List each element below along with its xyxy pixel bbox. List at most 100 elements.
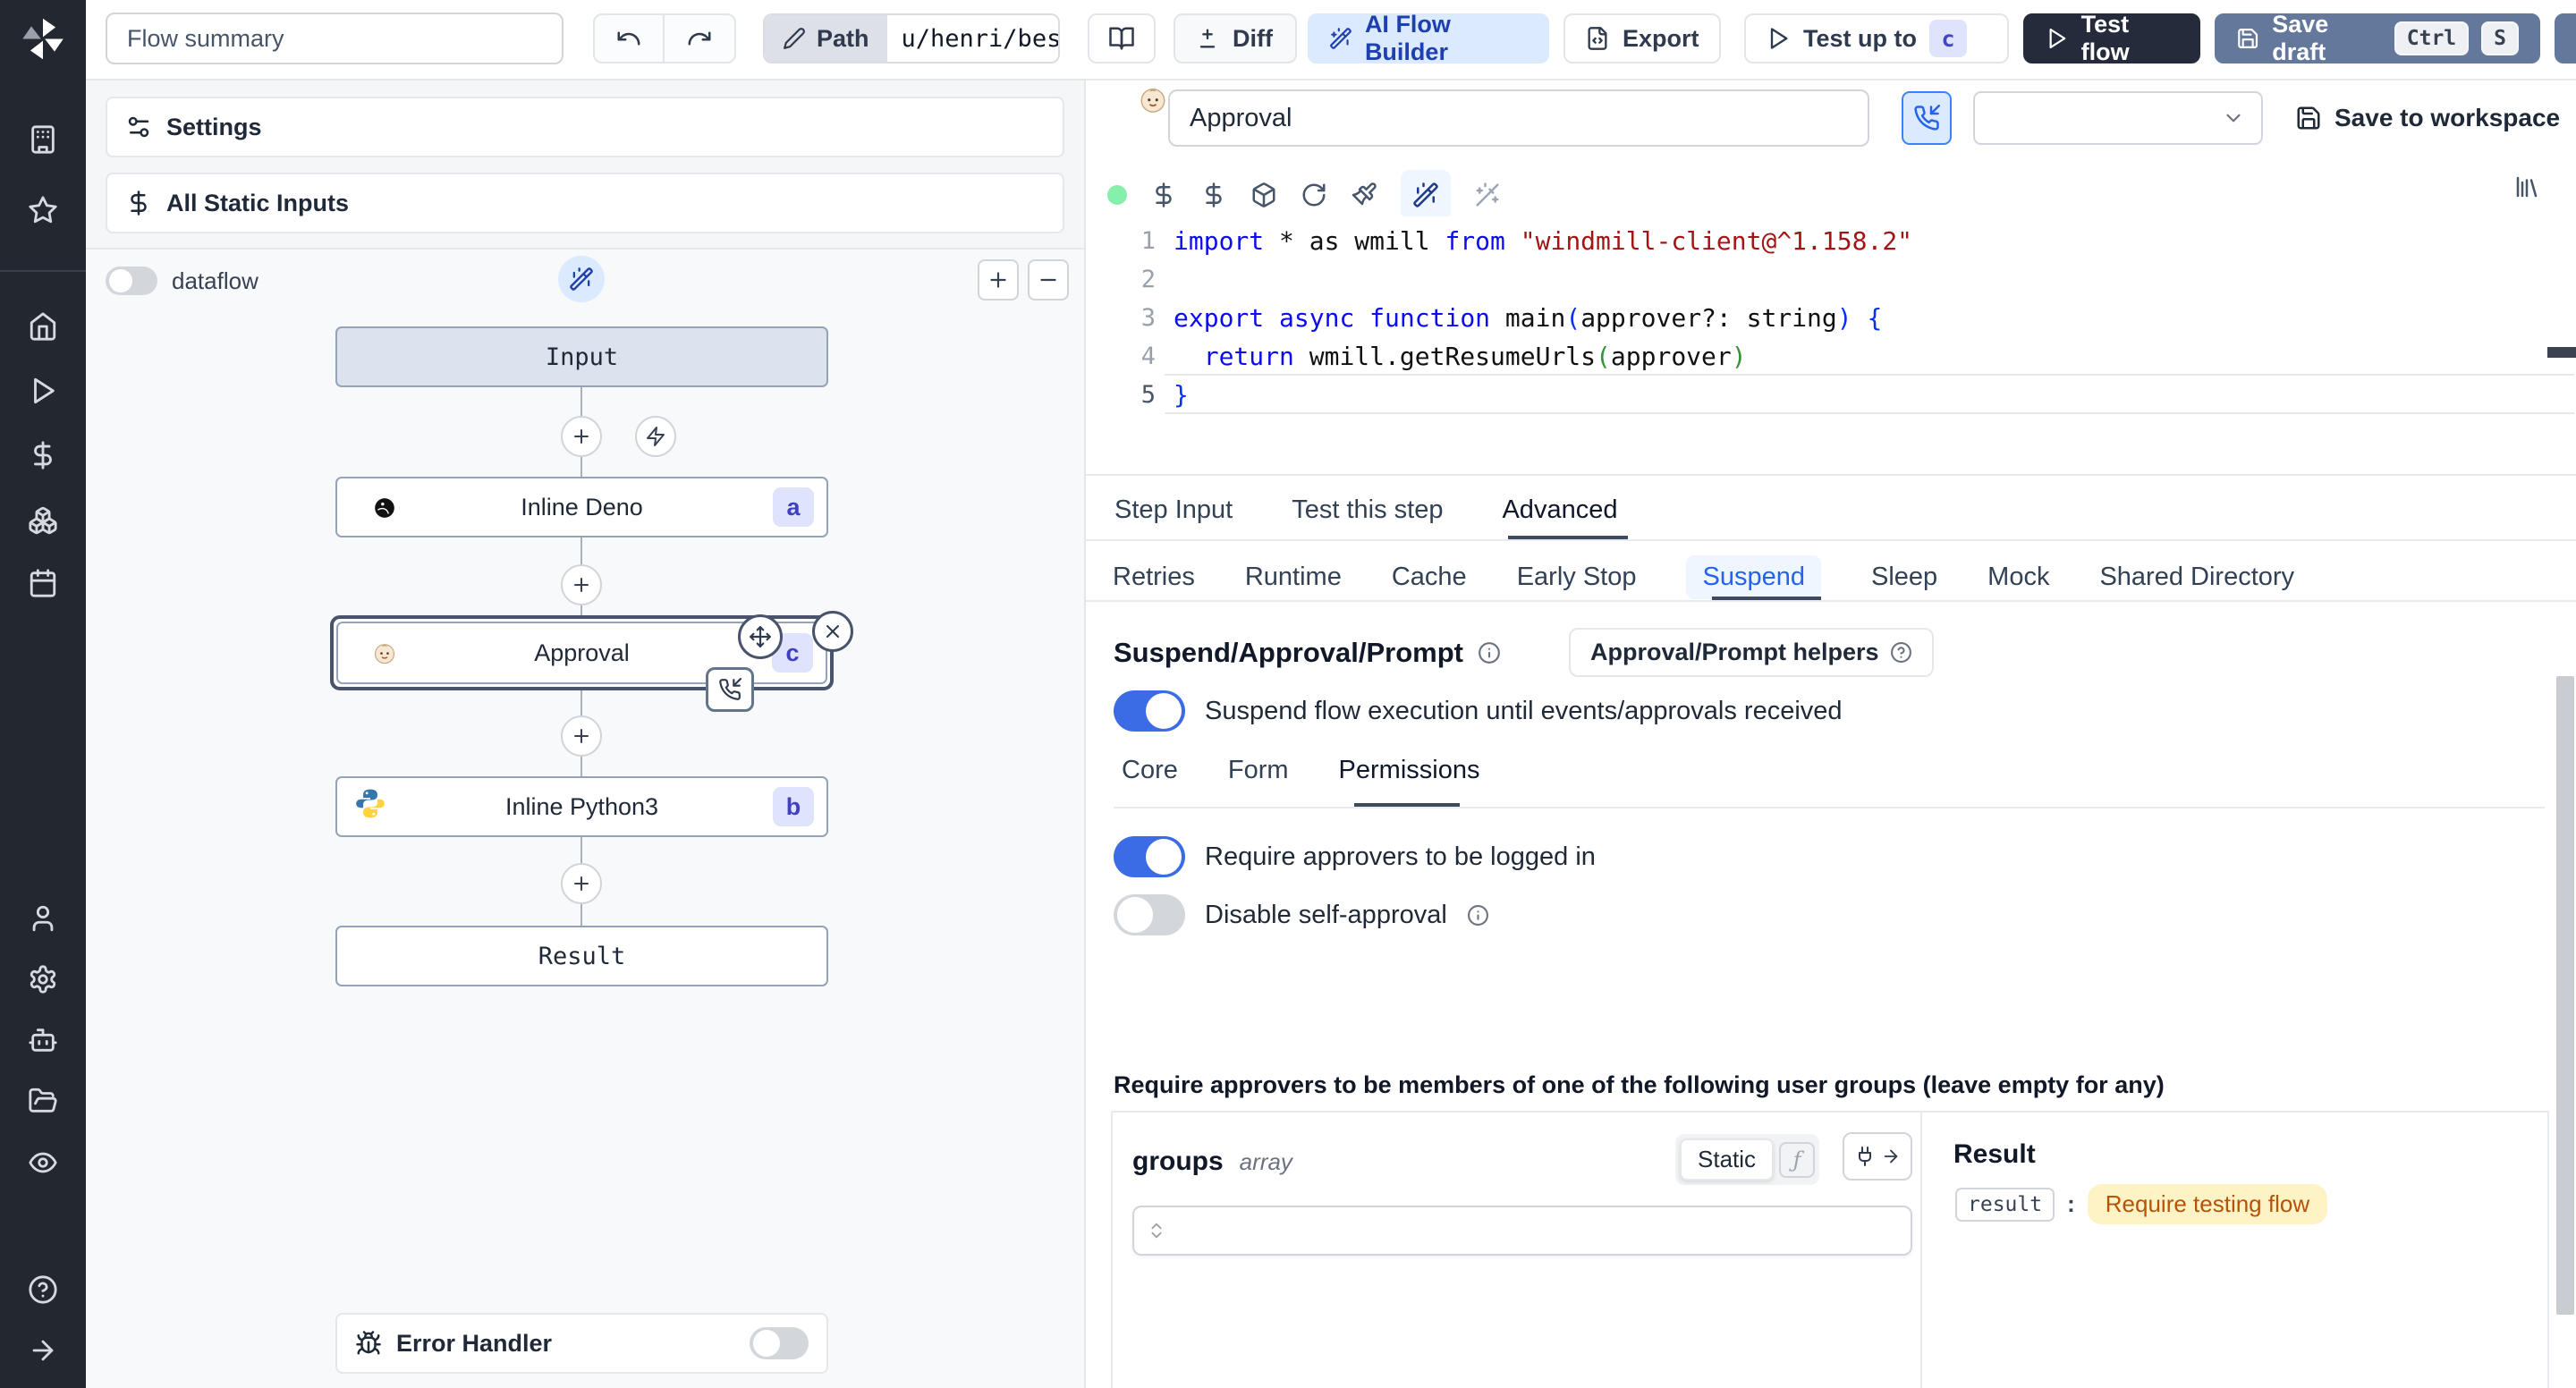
package-button[interactable]: [1250, 182, 1277, 208]
path-button[interactable]: Path: [765, 15, 887, 62]
path-group: Path u/henri/bes: [763, 13, 1060, 63]
error-handler-row[interactable]: Error Handler: [335, 1313, 828, 1374]
sidebar-item-favorites[interactable]: [28, 195, 58, 225]
info-icon[interactable]: [1478, 641, 1501, 664]
result-key-chip[interactable]: result: [1955, 1187, 2055, 1222]
help-circle-icon: [29, 1275, 57, 1304]
groups-array-input[interactable]: [1132, 1206, 1912, 1256]
play-icon: [1770, 28, 1788, 49]
tab-runtime[interactable]: Runtime: [1245, 563, 1342, 592]
disable-self-approval-toggle[interactable]: [1114, 894, 1185, 935]
delete-step-button[interactable]: [812, 611, 853, 652]
sidebar-item-schedules[interactable]: [28, 568, 58, 598]
insert-trigger-button[interactable]: [635, 416, 676, 457]
diff-button[interactable]: Diff: [1174, 13, 1297, 63]
sidebar-item-resources[interactable]: [28, 505, 58, 536]
approval-helpers-button[interactable]: Approval/Prompt helpers: [1568, 628, 1934, 677]
library-button[interactable]: [2513, 174, 2540, 200]
flow-summary-text: Flow summary: [127, 24, 284, 52]
path-value-input[interactable]: u/henri/bes: [886, 15, 1058, 62]
sidebar-item-audit-logs[interactable]: [28, 1147, 58, 1178]
step-editor-panel: Approval Save to workspace 12345 import …: [1084, 80, 2576, 1388]
sidebar-item-runs[interactable]: [28, 376, 58, 406]
resources-button[interactable]: [1200, 182, 1227, 208]
phone-incoming-icon: [719, 678, 741, 700]
insert-step-button[interactable]: [561, 715, 602, 757]
static-fx-segmented: Static ƒ: [1675, 1134, 1820, 1185]
fx-option[interactable]: ƒ: [1779, 1141, 1816, 1178]
sidebar-item-help[interactable]: [28, 1274, 58, 1305]
save-draft-button[interactable]: Save draft Ctrl S: [2215, 11, 2540, 65]
redo-button[interactable]: [665, 15, 734, 62]
result-value-pill[interactable]: Require testing flow: [2087, 1184, 2328, 1224]
move-step-button[interactable]: [738, 614, 783, 659]
suspend-flow-toggle[interactable]: [1114, 690, 1185, 732]
flow-summary-input[interactable]: Flow summary: [106, 13, 564, 64]
flow-node-input[interactable]: Input: [335, 326, 828, 387]
save-to-workspace-button[interactable]: Save to workspace: [2295, 93, 2560, 143]
undo-button[interactable]: [595, 15, 665, 62]
flow-settings-row[interactable]: Settings: [106, 97, 1064, 157]
tab-mock[interactable]: Mock: [1987, 563, 2049, 592]
flow-node-result[interactable]: Result: [335, 926, 828, 986]
require-login-row: Require approvers to be logged in: [1114, 836, 1596, 877]
variables-button[interactable]: [1150, 182, 1177, 208]
format-button[interactable]: [1351, 182, 1377, 208]
insert-step-button[interactable]: [561, 863, 602, 904]
tab-shared-directory[interactable]: Shared Directory: [2099, 563, 2294, 592]
insert-step-button[interactable]: [561, 416, 602, 457]
reload-button[interactable]: [1301, 182, 1327, 208]
all-static-inputs-row[interactable]: All Static Inputs: [106, 173, 1064, 233]
sidebar-expand-button[interactable]: [28, 1335, 58, 1366]
sidebar-item-variables[interactable]: [28, 440, 58, 470]
tab-form[interactable]: Form: [1228, 756, 1289, 785]
flow-node-deno[interactable]: Inline Deno a: [335, 477, 828, 537]
plug-connect-button[interactable]: [1843, 1132, 1912, 1181]
tab-early-stop[interactable]: Early Stop: [1517, 563, 1637, 592]
step-name-input[interactable]: Approval: [1168, 89, 1869, 147]
advanced-tabs: Retries Runtime Cache Early Stop Suspend…: [1113, 553, 2294, 601]
graph-ai-button[interactable]: [558, 256, 605, 302]
tab-advanced[interactable]: Advanced: [1502, 495, 1617, 525]
test-up-to-button[interactable]: Test up to c: [1744, 13, 2009, 63]
sidebar-item-home[interactable]: [28, 311, 58, 342]
tab-suspend[interactable]: Suspend: [1686, 554, 1821, 599]
tab-step-input[interactable]: Step Input: [1114, 495, 1233, 525]
sidebar-item-workspace[interactable]: [28, 124, 58, 155]
tab-sleep[interactable]: Sleep: [1871, 563, 1937, 592]
sidebar-item-workers[interactable]: [28, 1025, 58, 1055]
suspend-step-button[interactable]: [1902, 91, 1952, 145]
deploy-button-partial[interactable]: [2555, 13, 2576, 63]
ai-flow-builder-button[interactable]: AI Flow Builder: [1308, 11, 1549, 65]
require-login-toggle[interactable]: [1114, 836, 1185, 877]
panel-scrollbar[interactable]: [2556, 676, 2574, 1315]
tab-test-this-step[interactable]: Test this step: [1292, 495, 1443, 525]
windmill-logo[interactable]: [20, 16, 66, 67]
tab-cache[interactable]: Cache: [1392, 563, 1467, 592]
zoom-out-button[interactable]: [1028, 259, 1069, 300]
code-editor[interactable]: 12345 import * as wmill from "windmill-c…: [1086, 216, 2576, 476]
sidebar-item-users[interactable]: [28, 903, 58, 934]
info-icon[interactable]: [1467, 904, 1489, 927]
sidebar-item-folders[interactable]: [28, 1086, 58, 1116]
test-flow-button[interactable]: Test flow: [2023, 11, 2200, 65]
play-icon: [2049, 28, 2066, 49]
sidebar-item-settings[interactable]: [28, 964, 58, 994]
tab-permissions[interactable]: Permissions: [1339, 756, 1480, 785]
static-option[interactable]: Static: [1680, 1138, 1775, 1181]
error-handler-toggle[interactable]: [750, 1327, 809, 1359]
tag-select[interactable]: [1973, 91, 2263, 145]
ai-assistant-button[interactable]: [1401, 170, 1451, 220]
zoom-in-button[interactable]: [978, 259, 1019, 300]
flow-node-python[interactable]: Inline Python3 b: [335, 776, 828, 837]
close-icon: [826, 625, 839, 638]
tab-core[interactable]: Core: [1122, 756, 1178, 785]
dataflow-toggle[interactable]: [106, 267, 157, 295]
ai-off-button[interactable]: [1474, 182, 1501, 208]
result-row: result : Require testing flow: [1955, 1184, 2328, 1224]
phone-incoming-icon: [1914, 105, 1940, 131]
docs-button[interactable]: [1088, 13, 1156, 63]
insert-step-button[interactable]: [561, 564, 602, 605]
export-button[interactable]: Export: [1563, 13, 1721, 63]
tab-retries[interactable]: Retries: [1113, 563, 1195, 592]
